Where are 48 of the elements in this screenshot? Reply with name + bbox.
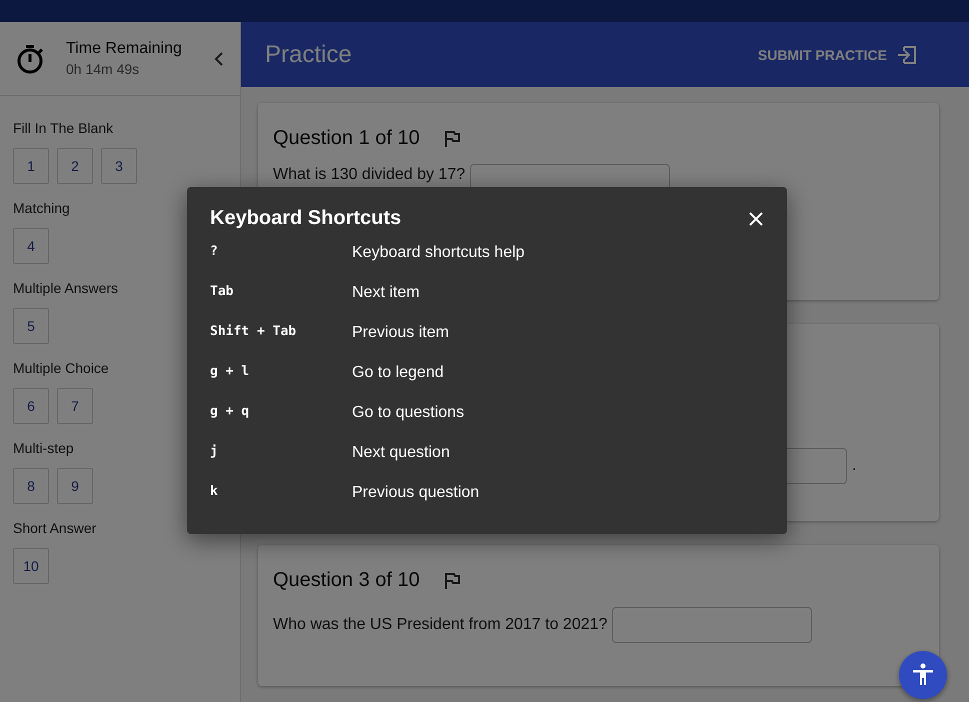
question-text: Who was the US President from 2017 to 2021?	[273, 616, 608, 634]
exit-icon	[897, 44, 917, 64]
shortcut-description: Next question	[352, 444, 450, 462]
legend-section-title: Multi-step	[13, 440, 74, 456]
shortcut-keys: Tab	[210, 284, 352, 299]
shortcut-description: Go to legend	[352, 364, 444, 382]
submit-practice-button[interactable]: SUBMIT PRACTICE	[754, 40, 921, 68]
shortcut-keys: g + q	[210, 404, 352, 419]
flag-icon[interactable]	[444, 572, 460, 590]
question-number-button[interactable]: 2	[57, 148, 93, 184]
question-title: Question 3 of 10	[273, 569, 420, 592]
question-number-button[interactable]: 9	[57, 468, 93, 504]
dialog-title: Keyboard Shortcuts	[210, 207, 402, 230]
legend-section-title: Multiple Choice	[13, 360, 109, 376]
question-text: What is 130 divided by 17?	[273, 165, 466, 184]
chevron-left-icon[interactable]	[214, 52, 224, 66]
question-number-button[interactable]: 4	[13, 228, 49, 264]
question-number-button[interactable]: 3	[101, 148, 137, 184]
close-icon[interactable]	[748, 210, 764, 226]
question-text: .	[852, 457, 856, 475]
question-number-button[interactable]: 7	[57, 388, 93, 424]
timer-value: 0h 14m 49s	[66, 61, 140, 77]
legend-section-title: Multiple Answers	[13, 280, 118, 296]
shortcut-keys: ?	[210, 244, 352, 259]
question-number-button[interactable]: 8	[13, 468, 49, 504]
legend-section-title: Short Answer	[13, 520, 96, 536]
flag-icon[interactable]	[444, 130, 460, 148]
legend-section-title: Fill In The Blank	[13, 120, 114, 136]
page-title: Practice	[265, 40, 352, 68]
shortcut-keys: Shift + Tab	[210, 324, 352, 339]
shortcut-description: Go to questions	[352, 404, 464, 422]
accessibility-icon	[912, 663, 934, 687]
stopwatch-icon	[16, 44, 44, 74]
answer-field[interactable]	[612, 607, 812, 643]
question-number-button[interactable]: 5	[13, 308, 49, 344]
legend-section-title: Matching	[13, 200, 70, 216]
timer-label: Time Remaining	[66, 40, 183, 58]
shortcut-description: Keyboard shortcuts help	[352, 244, 525, 262]
shortcut-keys: j	[210, 444, 352, 459]
question-number-button[interactable]: 1	[13, 148, 49, 184]
shortcut-keys: g + l	[210, 364, 352, 379]
shortcut-keys: k	[210, 484, 352, 499]
question-title: Question 1 of 10	[273, 127, 420, 150]
shortcut-description: Next item	[352, 284, 420, 302]
question-number-button[interactable]: 10	[13, 548, 49, 584]
shortcut-description: Previous question	[352, 484, 480, 502]
question-number-button[interactable]: 6	[13, 388, 49, 424]
shortcut-description: Previous item	[352, 324, 449, 342]
